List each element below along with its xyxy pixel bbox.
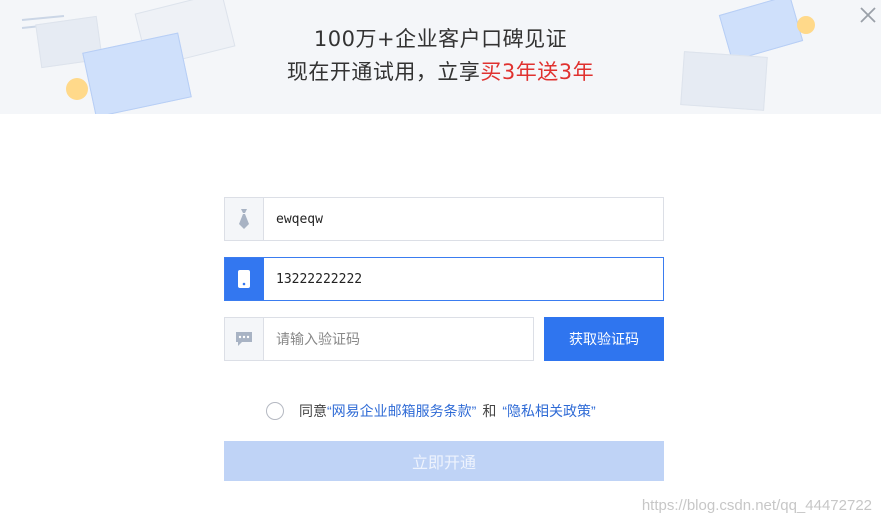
agreement-prefix: 同意	[299, 403, 327, 419]
terms-link[interactable]: “网易企业邮箱服务条款”	[327, 401, 476, 421]
agree-radio[interactable]	[266, 402, 284, 420]
name-field[interactable]: ewqeqw	[224, 197, 664, 241]
watermark-text: https://blog.csdn.net/qq_44472722	[641, 497, 872, 514]
chat-bubble-icon	[225, 318, 264, 360]
phone-field[interactable]: 13222222222	[224, 257, 664, 301]
activate-button[interactable]: 立即开通	[224, 441, 664, 481]
banner-headline: 100万+企业客户口碑见证 现在开通试用，立享买3年送3年	[0, 24, 881, 87]
agreement-separator: 和	[482, 403, 497, 419]
get-code-button[interactable]: 获取验证码	[544, 317, 664, 361]
banner-offer-highlight: 买3年送3年	[480, 60, 595, 84]
promo-banner: 100万+企业客户口碑见证 现在开通试用，立享买3年送3年	[0, 0, 881, 114]
name-input[interactable]: ewqeqw	[264, 198, 663, 240]
agreement-row: 同意 “网易企业邮箱服务条款” 和 “隐私相关政策”	[266, 400, 596, 422]
close-icon[interactable]	[857, 4, 879, 26]
phone-input[interactable]: 13222222222	[264, 258, 663, 300]
tie-icon	[225, 198, 264, 240]
banner-line-2: 现在开通试用，立享买3年送3年	[0, 57, 881, 87]
phone-icon	[225, 258, 264, 300]
banner-line-1: 100万+企业客户口碑见证	[313, 27, 568, 51]
privacy-link[interactable]: “隐私相关政策”	[502, 401, 595, 421]
banner-line-2-prefix: 现在开通试用，立享	[286, 60, 481, 84]
verification-code-field[interactable]	[224, 317, 534, 361]
verification-code-input[interactable]	[276, 331, 533, 347]
